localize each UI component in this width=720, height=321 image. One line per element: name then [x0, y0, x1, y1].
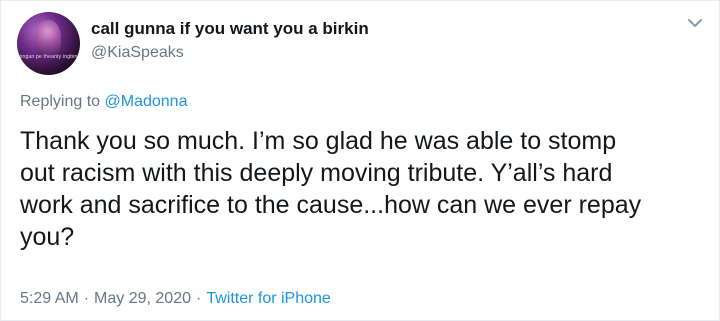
tweet-source-link[interactable]: Twitter for iPhone [206, 290, 331, 307]
tweet-text-line: Thank you so much. I’m so glad he was ab… [20, 127, 617, 155]
replying-to: Replying to @Madonna [20, 93, 187, 111]
meta-separator: · [83, 290, 90, 307]
avatar[interactable]: ongun pe theanty ingbin [17, 12, 80, 75]
avatar-caption: ongun pe theanty ingbin [19, 54, 78, 60]
tweet-text-line: work and sacrifice to the cause...how ca… [20, 191, 642, 219]
tweet-date[interactable]: May 29, 2020 [94, 290, 191, 307]
replying-to-label: Replying to [20, 93, 105, 110]
tweet-text-line: out racism with this deeply moving tribu… [20, 159, 613, 187]
tweet-meta: 5:29 AM · May 29, 2020 · Twitter for iPhone [20, 290, 331, 308]
author-display-name[interactable]: call gunna if you want you a birkin [91, 19, 369, 39]
tweet-card: ongun pe theanty ingbin call gunna if yo… [0, 0, 720, 321]
meta-separator: · [195, 290, 202, 307]
avatar-figure [35, 20, 61, 58]
chevron-down-icon[interactable] [688, 18, 702, 28]
author-handle[interactable]: @KiaSpeaks [91, 44, 184, 62]
tweet-text: Thank you so much. I’m so glad he was ab… [20, 125, 710, 253]
tweet-text-line: you? [20, 223, 75, 251]
tweet-time[interactable]: 5:29 AM [20, 290, 79, 307]
reply-mention-link[interactable]: @Madonna [105, 93, 188, 110]
